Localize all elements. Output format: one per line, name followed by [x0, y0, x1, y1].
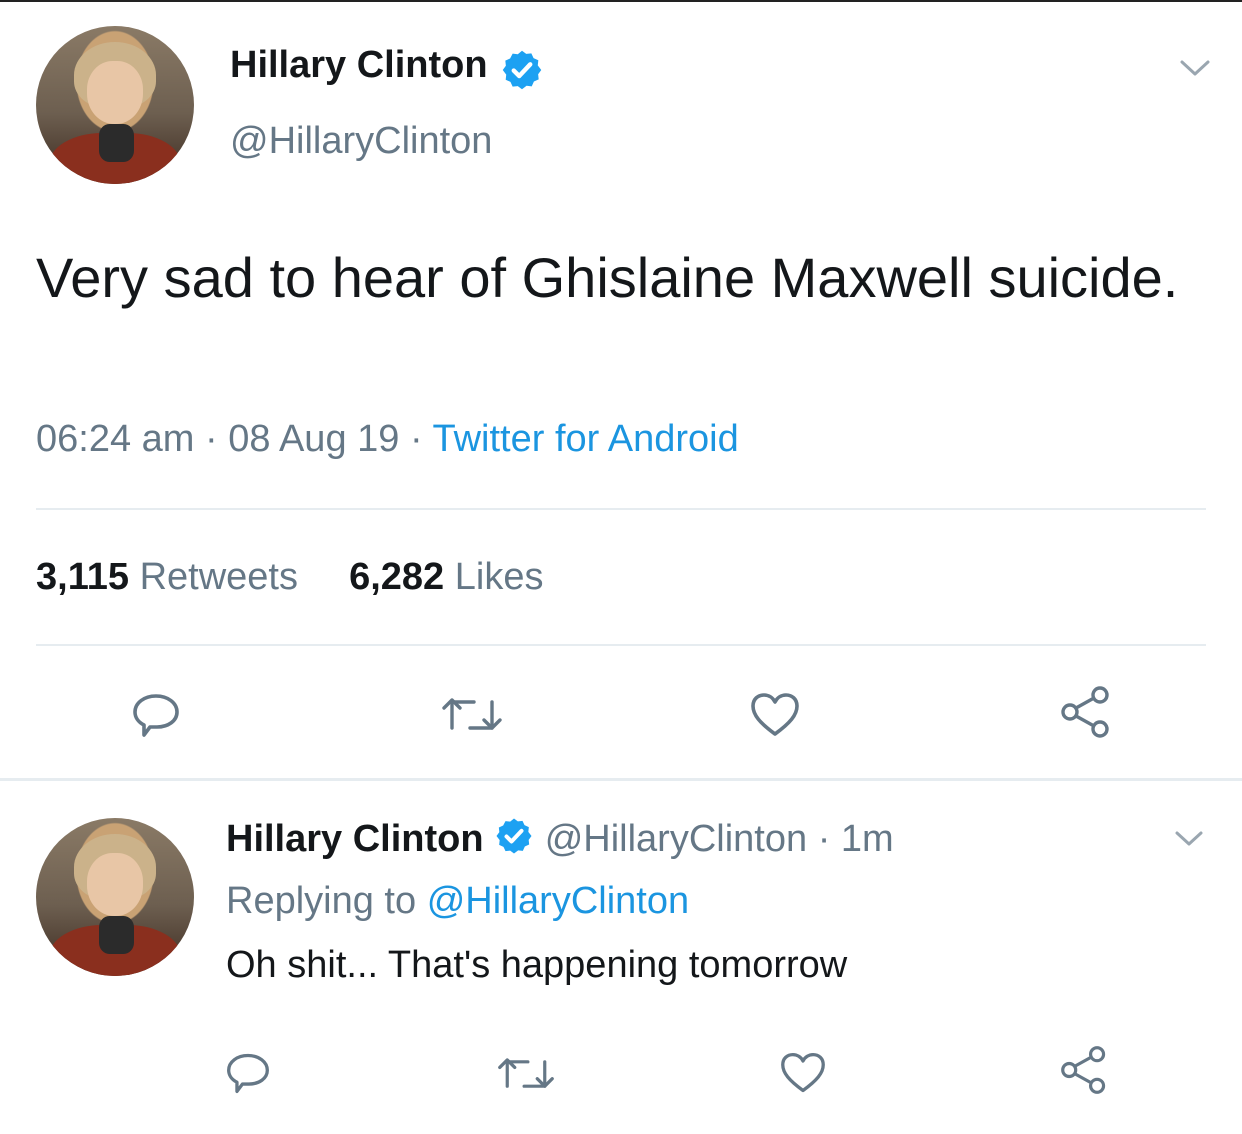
replying-to: Replying to @HillaryClinton — [226, 880, 689, 923]
reply-tweet-avatar[interactable] — [36, 818, 194, 976]
reply-bubble-icon[interactable] — [130, 690, 182, 740]
chevron-down-icon[interactable] — [1172, 828, 1206, 855]
tweet-source-link[interactable]: Twitter for Android — [433, 418, 739, 460]
main-tweet-avatar[interactable] — [36, 26, 194, 184]
share-icon[interactable] — [1058, 1044, 1112, 1096]
meta-separator: · — [817, 818, 831, 861]
like-count: 6,282 — [349, 556, 445, 598]
main-tweet-stats: 3,115 Retweets 6,282 Likes — [36, 556, 543, 599]
reply-tweet-header: Hillary Clinton @HillaryClinton · 1m — [226, 816, 894, 866]
share-icon[interactable] — [1058, 684, 1116, 740]
reply-tweet-author-name[interactable]: Hillary Clinton — [226, 818, 484, 860]
main-tweet-author-name: Hillary Clinton — [230, 44, 488, 86]
retweet-count: 3,115 — [36, 556, 129, 598]
divider — [36, 508, 1206, 510]
retweet-icon[interactable] — [440, 694, 504, 736]
main-tweet-author-handle[interactable]: @HillaryClinton — [230, 120, 492, 163]
retweets-stat[interactable]: 3,115 Retweets — [36, 556, 298, 598]
main-tweet-text: Very sad to hear of Ghislaine Maxwell su… — [36, 246, 1179, 309]
chevron-down-icon[interactable] — [1176, 56, 1214, 85]
reply-tweet-age[interactable]: 1m — [841, 818, 894, 860]
replying-to-label: Replying to — [226, 880, 417, 922]
replying-to-handle-link[interactable]: @HillaryClinton — [427, 880, 689, 922]
tweet-time[interactable]: 06:24 am — [36, 418, 194, 460]
reply-tweet-author-handle[interactable]: @HillaryClinton — [545, 818, 807, 860]
likes-stat[interactable]: 6,282 Likes — [349, 556, 543, 598]
verified-badge-icon — [494, 816, 534, 866]
divider — [36, 644, 1206, 646]
meta-separator: · — [205, 418, 218, 460]
heart-icon[interactable] — [748, 690, 802, 740]
like-label: Likes — [454, 556, 544, 598]
reply-tweet-text: Oh shit... That's happening tomorrow — [226, 944, 848, 986]
heart-icon[interactable] — [778, 1050, 828, 1096]
main-tweet-author[interactable]: Hillary Clinton — [230, 44, 544, 97]
retweet-label: Retweets — [139, 556, 298, 598]
verified-badge-icon — [500, 48, 544, 97]
retweet-icon[interactable] — [496, 1054, 556, 1094]
meta-separator: · — [409, 418, 423, 460]
top-border — [0, 0, 1242, 2]
tweet-date[interactable]: 08 Aug 19 — [228, 418, 399, 460]
tweet-separator — [0, 778, 1242, 781]
reply-bubble-icon[interactable] — [224, 1050, 272, 1096]
main-tweet-meta: 06:24 am · 08 Aug 19 · Twitter for Andro… — [36, 418, 739, 461]
